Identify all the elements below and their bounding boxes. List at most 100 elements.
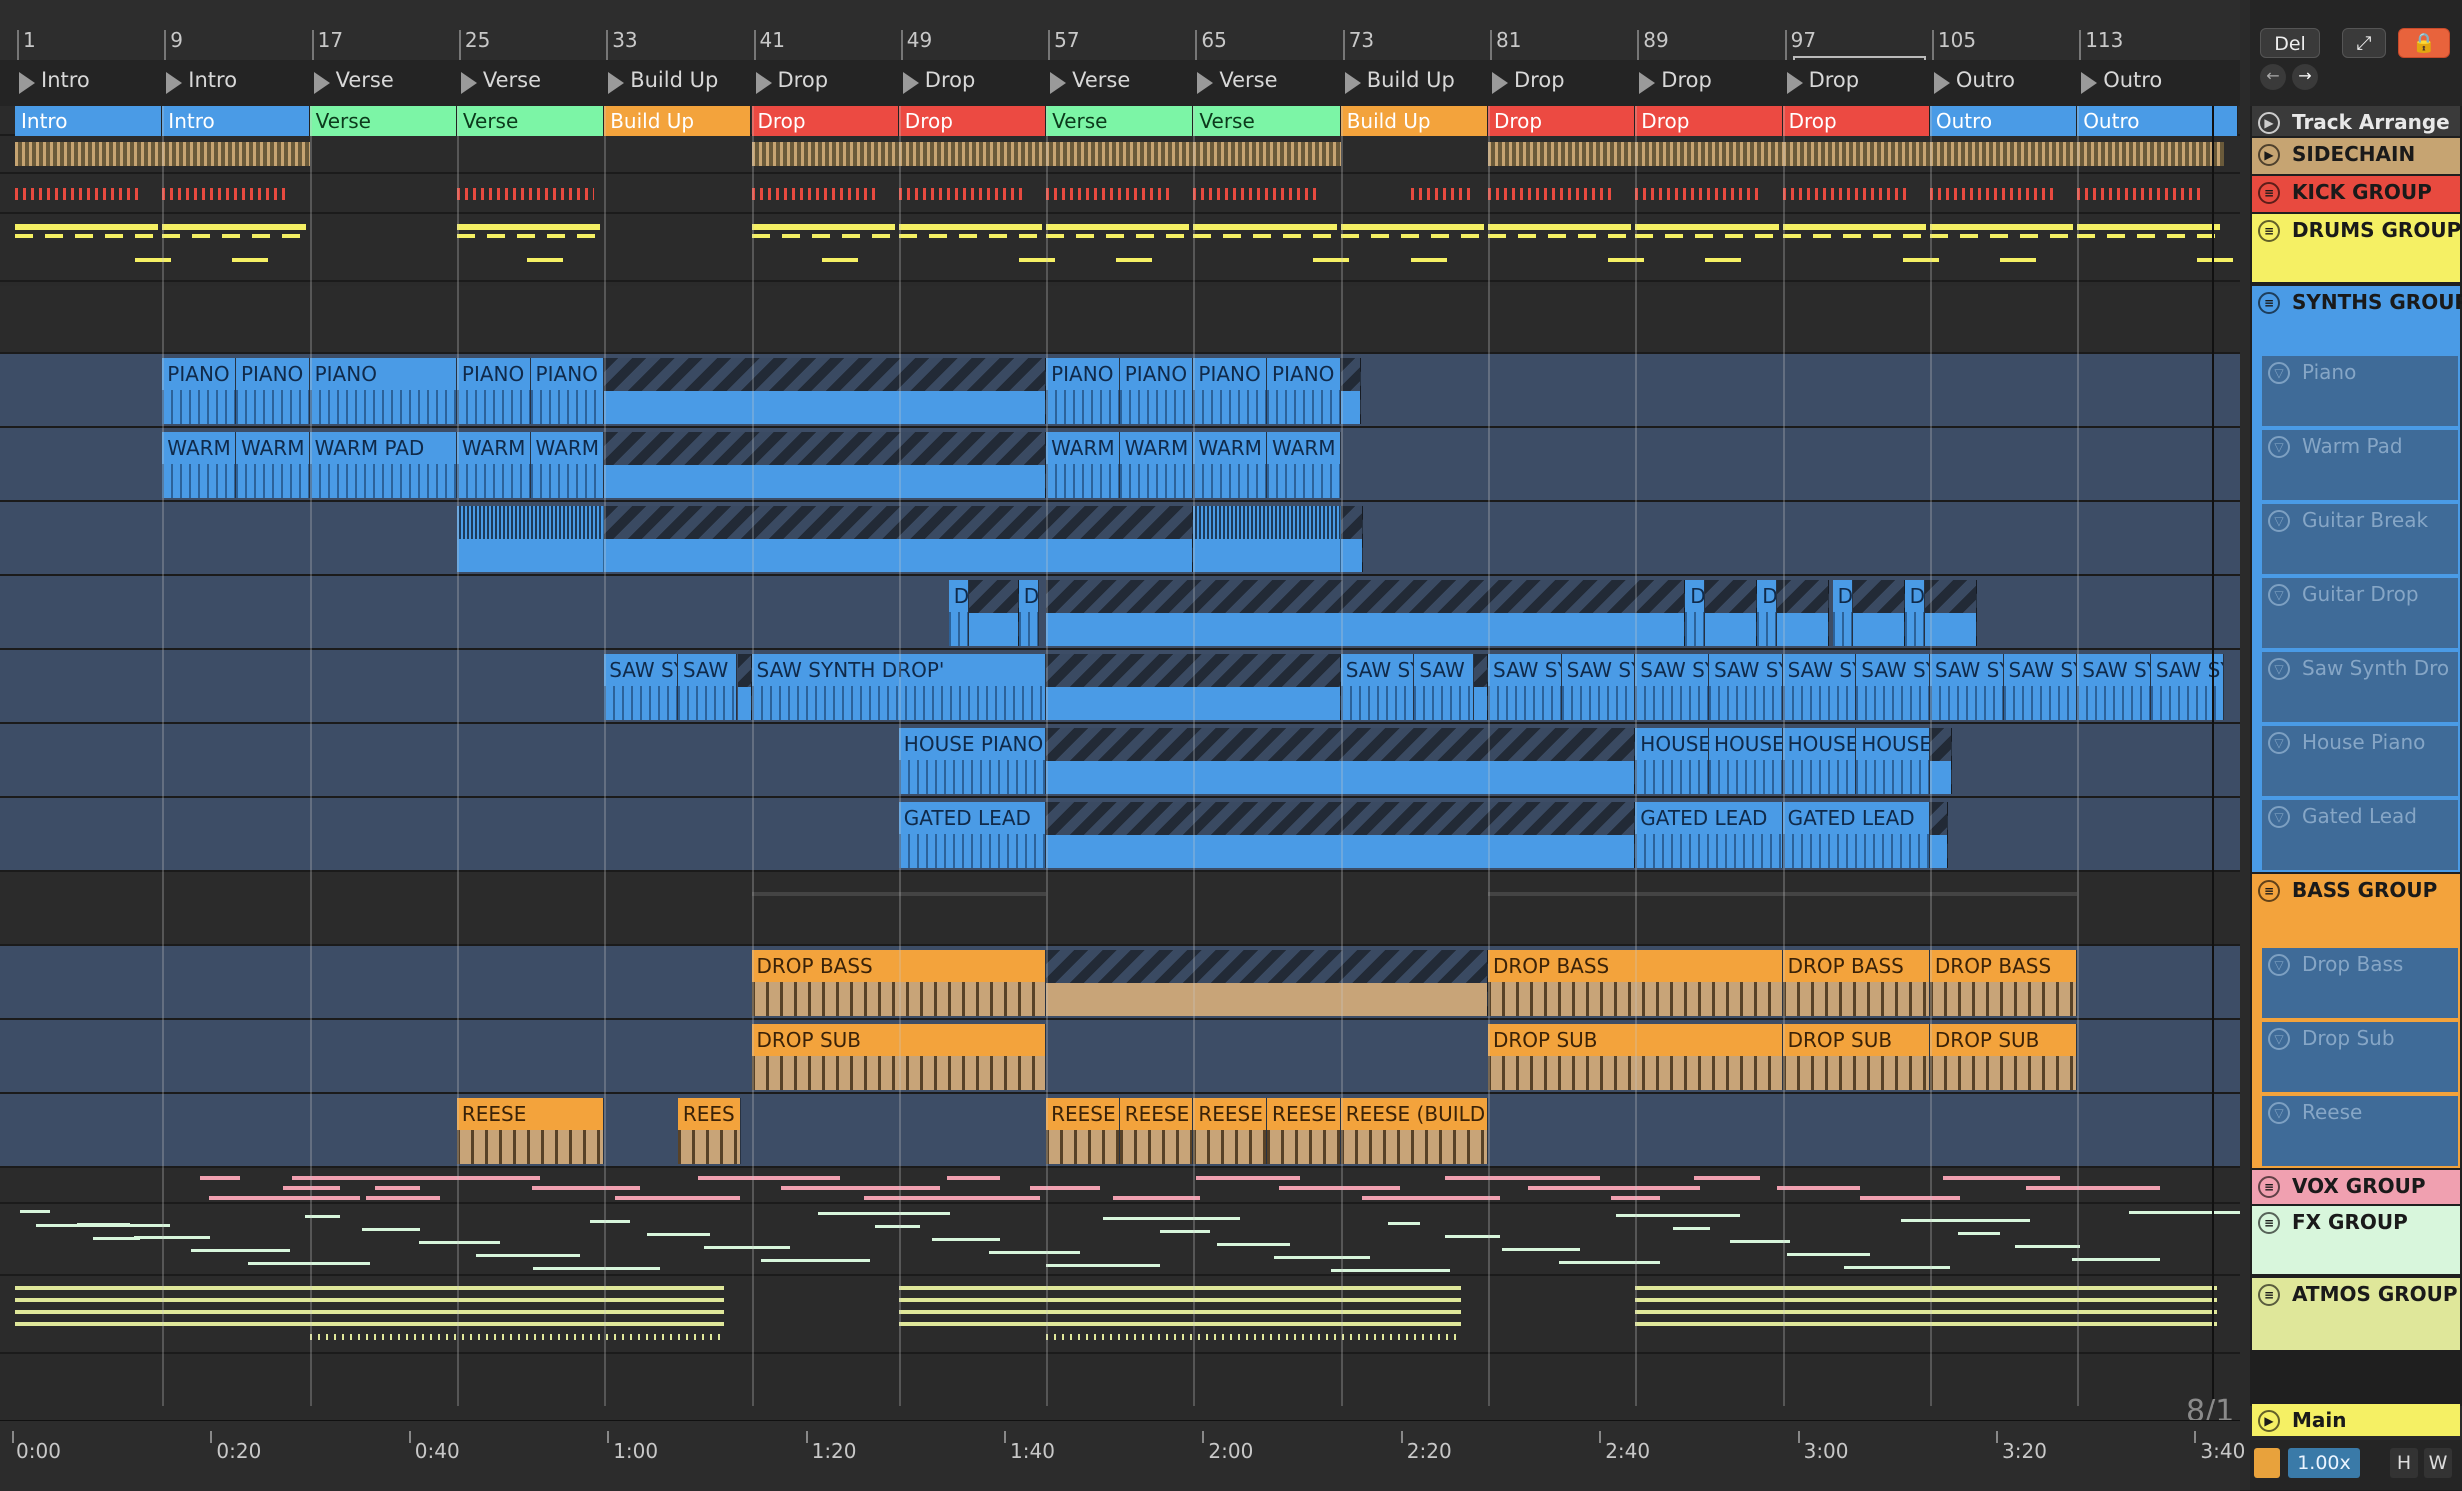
clip[interactable] xyxy=(1929,802,1948,868)
section-clip[interactable]: Verse xyxy=(1193,106,1341,136)
clip[interactable]: WARM xyxy=(1193,432,1268,498)
sidechain-icon[interactable]: ▶ xyxy=(2258,144,2280,166)
fx-group-header[interactable]: ≡ FX GROUP xyxy=(2252,1206,2460,1274)
vox-group-icon[interactable]: ≡ xyxy=(2258,1176,2280,1198)
expand-icon[interactable]: ⤢ xyxy=(2342,28,2386,58)
clip[interactable]: WARM xyxy=(162,432,236,498)
locator-marker[interactable]: Intro xyxy=(13,68,90,94)
clip[interactable] xyxy=(1193,506,1341,572)
locator-marker[interactable]: Verse xyxy=(1191,68,1278,94)
locator-marker[interactable]: Drop xyxy=(1486,68,1565,94)
sidechain-clip[interactable] xyxy=(751,142,899,166)
locator-marker[interactable]: Verse xyxy=(455,68,541,94)
drums-clip[interactable] xyxy=(1193,224,1337,230)
clip[interactable]: GATED LEAD xyxy=(1782,802,1930,868)
bass-group-icon[interactable]: ≡ xyxy=(2258,880,2280,902)
kick-clip[interactable] xyxy=(1410,188,1471,200)
atmos-clip[interactable] xyxy=(1635,1322,2218,1326)
atmos-clip[interactable] xyxy=(15,1286,725,1290)
atmos-clip[interactable] xyxy=(898,1322,1461,1326)
clip[interactable]: SAW SY xyxy=(1488,654,1562,720)
clip[interactable]: SAW SY xyxy=(1708,654,1783,720)
atmos-clip[interactable] xyxy=(898,1286,1461,1290)
clip[interactable]: PIANO xyxy=(1193,358,1268,424)
locator-marker[interactable]: Verse xyxy=(308,68,394,94)
drums-clip[interactable] xyxy=(15,224,159,230)
clip[interactable]: HOUSE xyxy=(1635,728,1709,794)
clip[interactable] xyxy=(456,506,605,572)
clip[interactable]: WARM xyxy=(456,432,531,498)
section-clip[interactable]: Intro xyxy=(15,106,163,136)
zoom-display[interactable]: 1.00x xyxy=(2288,1448,2360,1478)
clip[interactable]: HOUSE PIANO xyxy=(898,728,1047,794)
locator-marker[interactable]: Outro xyxy=(1928,68,2015,94)
h-button[interactable]: H xyxy=(2390,1448,2418,1478)
clip[interactable]: PIANO xyxy=(1267,358,1341,424)
clip[interactable] xyxy=(1777,580,1830,646)
clip[interactable]: DROP BASS xyxy=(1929,950,2078,1016)
clip[interactable]: SAW SY xyxy=(1340,654,1415,720)
atmos-clip[interactable] xyxy=(898,1310,1461,1314)
guitar-drop-track-header[interactable]: ▽ Guitar Drop xyxy=(2262,578,2458,648)
kick-group-header[interactable]: ≡ KICK GROUP xyxy=(2252,176,2460,212)
locator-row[interactable]: Intro Intro Verse Verse Build Up Drop Drop Vers… xyxy=(0,60,2240,106)
clip[interactable]: HOUSE xyxy=(1782,728,1857,794)
clip[interactable]: D xyxy=(1685,580,1706,646)
sidechain-clip[interactable] xyxy=(162,142,310,166)
clip[interactable] xyxy=(1046,580,1686,646)
locator-marker[interactable]: Drop xyxy=(1633,68,1712,94)
kick-clip[interactable] xyxy=(1782,188,1910,200)
atmos-group-icon[interactable]: ≡ xyxy=(2258,1284,2280,1306)
bar-ruler[interactable]: 1 9 17 25 33 41 49 57 65 73 81 89 97 105 113 xyxy=(0,0,2240,68)
synths-group-icon[interactable]: ≡ xyxy=(2258,292,2280,314)
fx-group-icon[interactable]: ≡ xyxy=(2258,1212,2280,1234)
clip[interactable]: PIANO xyxy=(1046,358,1120,424)
reese-track-header[interactable]: ▽ Reese xyxy=(2262,1096,2458,1166)
drop-bass-track-icon[interactable]: ▽ xyxy=(2268,954,2290,976)
clip[interactable]: SAW xyxy=(677,654,738,720)
clip[interactable]: SAW SY xyxy=(1561,654,1636,720)
arrangement-lanes[interactable]: Intro Intro Verse Verse Build Up Drop Drop Vers… xyxy=(0,106,2240,1406)
clip[interactable]: REESE xyxy=(1119,1098,1194,1164)
bass-group-lane[interactable] xyxy=(0,872,2240,946)
section-clip[interactable]: Intro xyxy=(162,106,310,136)
section-clip[interactable]: Build Up xyxy=(1340,106,1488,136)
track-arrange-header[interactable]: ▶ Track Arrange xyxy=(2252,106,2460,136)
drums-clip[interactable] xyxy=(162,224,306,230)
drums-clip[interactable] xyxy=(751,224,895,230)
gated-lead-track-header[interactable]: ▽ Gated Lead xyxy=(2262,800,2458,870)
reese-track-icon[interactable]: ▽ xyxy=(2268,1102,2290,1124)
bass-group-header[interactable]: ≡ BASS GROUP xyxy=(2252,874,2460,948)
sidechain-clip[interactable] xyxy=(1488,142,1636,166)
clip[interactable]: PIANO xyxy=(162,358,236,424)
drums-clip[interactable] xyxy=(456,224,601,230)
section-clip[interactable]: Drop xyxy=(1635,106,1783,136)
kick-clip[interactable] xyxy=(1635,188,1763,200)
clip[interactable]: REESE xyxy=(1267,1098,1341,1164)
clip[interactable] xyxy=(604,358,1047,424)
locator-marker[interactable]: Outro xyxy=(2075,68,2162,94)
next-locator-icon[interactable]: → xyxy=(2292,64,2318,90)
atmos-clip[interactable] xyxy=(15,1310,725,1314)
vox-group-header[interactable]: ≡ VOX GROUP xyxy=(2252,1170,2460,1204)
clip[interactable]: WARM xyxy=(1119,432,1194,498)
sidechain-clip[interactable] xyxy=(1635,142,1783,166)
clip[interactable]: REES xyxy=(677,1098,742,1164)
drums-clip[interactable] xyxy=(1046,224,1190,230)
clip[interactable]: REESE (BUILD U xyxy=(1340,1098,1488,1164)
sidechain-clip[interactable] xyxy=(898,142,1047,166)
section-clip[interactable]: Build Up xyxy=(604,106,752,136)
kick-clip[interactable] xyxy=(456,188,595,200)
clip[interactable] xyxy=(604,432,1047,498)
clip[interactable]: WARM PAD xyxy=(309,432,457,498)
w-button[interactable]: W xyxy=(2424,1448,2452,1478)
clip[interactable]: SAW SY xyxy=(1856,654,1930,720)
guitar-drop-track-icon[interactable]: ▽ xyxy=(2268,584,2290,606)
section-clip[interactable]: Drop xyxy=(1782,106,1930,136)
kick-clip[interactable] xyxy=(1488,188,1616,200)
atmos-clip[interactable] xyxy=(898,1298,1461,1302)
drums-clip[interactable] xyxy=(898,224,1043,230)
kick-clip[interactable] xyxy=(2077,188,2205,200)
atmos-group-header[interactable]: ≡ ATMOS GROUP xyxy=(2252,1278,2460,1350)
lock-icon[interactable]: 🔒 xyxy=(2398,28,2450,58)
